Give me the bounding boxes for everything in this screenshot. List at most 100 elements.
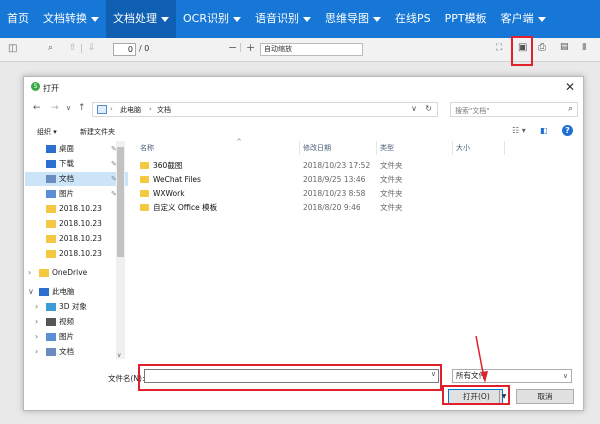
up-icon[interactable]: ↑	[78, 103, 86, 113]
scroll-down-icon[interactable]: ∨	[117, 352, 121, 359]
forward-icon[interactable]: →	[51, 103, 59, 113]
column-size[interactable]: 大小	[456, 143, 470, 157]
documents-icon	[46, 348, 56, 356]
recent-dropdown-icon[interactable]: ∨	[66, 104, 71, 112]
new-folder-button[interactable]: 新建文件夹	[80, 127, 115, 137]
zoom-out-icon[interactable]: −	[228, 41, 237, 54]
file-name: 自定义 Office 模板	[153, 203, 218, 212]
scrollbar-thumb[interactable]	[117, 147, 124, 257]
nav-item-label: 桌面	[59, 144, 74, 153]
documents-icon	[46, 175, 56, 183]
chevron-down-icon[interactable]: ∨	[28, 285, 34, 299]
nav-item-label: 2018.10.23	[59, 249, 102, 258]
zoom-in-icon[interactable]: +	[246, 41, 255, 54]
help-icon[interactable]: ?	[562, 125, 573, 136]
print-icon[interactable]: ⎙	[538, 42, 546, 53]
nav-item-label: 2018.10.23	[59, 234, 102, 243]
nav-item[interactable]: 2018.10.23	[25, 217, 128, 231]
file-row[interactable]: WeChat Files 2018/9/25 13:46 文件夹	[137, 173, 467, 186]
nav-item[interactable]: › OneDrive	[25, 266, 128, 280]
nav-item-9[interactable]: 客户端	[494, 0, 553, 38]
nav-item[interactable]: › 视频	[25, 315, 128, 329]
folder-icon	[46, 205, 56, 213]
nav-item[interactable]: 2018.10.23	[25, 247, 128, 261]
download-icon	[46, 160, 56, 168]
cancel-button[interactable]: 取消	[516, 389, 574, 404]
file-date: 2018/10/23 17:52	[303, 161, 371, 170]
search-input[interactable]: 搜索"文档" ⌕	[450, 102, 578, 117]
organize-button[interactable]: 组织 ▾	[37, 127, 57, 137]
file-row[interactable]: WXWork 2018/10/23 8:58 文件夹	[137, 187, 467, 200]
caret-down-icon	[161, 16, 169, 22]
chevron-right-icon[interactable]: ›	[35, 315, 38, 329]
nav-item-6[interactable]: 思维导图	[318, 0, 388, 38]
nav-item[interactable]: 下载 ✎	[25, 157, 128, 171]
close-icon[interactable]: ✕	[565, 80, 575, 94]
video-icon	[46, 318, 56, 326]
next-page-icon[interactable]: ⇩	[88, 43, 96, 53]
nav-item-1[interactable]: 首页	[0, 0, 36, 38]
nav-item-2[interactable]: 文档转换	[36, 0, 106, 38]
breadcrumb-separator: ›	[110, 105, 113, 113]
nav-item[interactable]: 2018.10.23	[25, 232, 128, 246]
sort-indicator-icon: ^	[236, 138, 242, 146]
chevron-right-icon[interactable]: ›	[35, 330, 38, 344]
nav-item-4[interactable]: OCR识别	[176, 0, 248, 38]
nav-item-3[interactable]: 文档处理	[106, 0, 176, 38]
breadcrumb-documents[interactable]: 文档	[157, 105, 171, 115]
sidebar-toggle-icon[interactable]: ◫	[8, 43, 17, 54]
column-name[interactable]: 名称	[140, 143, 154, 157]
chevron-right-icon[interactable]: ›	[28, 266, 31, 280]
top-nav-bar: 首页 文档转换 文档处理 OCR识别 语音识别 思维导图 在线PS PPT模板 客户端	[0, 0, 600, 38]
computer-icon	[97, 105, 107, 114]
file-type: 文件夹	[380, 161, 403, 170]
breadcrumb-this-pc[interactable]: 此电脑	[120, 105, 141, 115]
nav-item-label: 客户端	[500, 12, 534, 25]
file-type: 文件夹	[380, 203, 403, 212]
nav-item[interactable]: 图片 ✎	[25, 187, 128, 201]
nav-scrollbar[interactable]: ∨	[116, 141, 125, 359]
column-date[interactable]: 修改日期	[303, 143, 331, 157]
nav-item-label: 文档	[59, 347, 74, 356]
nav-item[interactable]: 2018.10.23	[25, 202, 128, 216]
zoom-select[interactable]: 自动缩放	[260, 43, 363, 56]
file-row[interactable]: 360截图 2018/10/23 17:52 文件夹	[137, 159, 467, 172]
view-options-icon[interactable]: ☷ ▾	[512, 126, 526, 135]
file-date: 2018/10/23 8:58	[303, 189, 366, 198]
bookmark-icon[interactable]: ▮	[582, 42, 587, 52]
folder-icon	[140, 162, 149, 169]
nav-item-label: 文档转换	[43, 12, 87, 25]
file-row[interactable]: 自定义 Office 模板 2018/8/20 9:46 文件夹	[137, 201, 467, 214]
nav-item[interactable]: ∨ 此电脑	[25, 285, 128, 299]
nav-item[interactable]: › 3D 对象	[25, 300, 128, 314]
navigation-pane: 桌面 ✎ 下载 ✎ 文档 ✎ 图片 ✎ 2018.10.23 2018.10.23 2018.10.…	[25, 141, 128, 359]
download-icon[interactable]: ▤	[560, 42, 569, 52]
search-icon[interactable]: ⌕	[48, 43, 53, 53]
page-number-input[interactable]: 0	[113, 43, 136, 56]
nav-item-5[interactable]: 语音识别	[248, 0, 318, 38]
nav-item[interactable]: › 图片	[25, 330, 128, 344]
nav-item[interactable]: 文档 ✎	[25, 172, 128, 186]
column-divider	[299, 141, 300, 155]
nav-item-8[interactable]: PPT模板	[438, 0, 494, 38]
column-divider	[376, 141, 377, 155]
nav-item-label: 图片	[59, 189, 74, 198]
desktop-icon	[46, 145, 56, 153]
back-icon[interactable]: ←	[33, 103, 41, 113]
column-type[interactable]: 类型	[380, 143, 394, 157]
nav-item-7[interactable]: 在线PS	[388, 0, 438, 38]
preview-pane-icon[interactable]: ◧	[540, 126, 548, 135]
nav-item[interactable]: 桌面 ✎	[25, 142, 128, 156]
filetype-select[interactable]: 所有文件 ∨	[452, 369, 572, 383]
chevron-right-icon[interactable]: ›	[35, 345, 38, 359]
chevron-down-icon[interactable]: ∨	[411, 104, 417, 113]
pictures-icon	[46, 190, 56, 198]
address-bar[interactable]: › 此电脑 › 文档 ∨ ↻	[92, 102, 438, 117]
prev-page-icon[interactable]: ⇧	[69, 43, 77, 53]
refresh-icon[interactable]: ↻	[425, 104, 432, 113]
computer-icon	[39, 288, 49, 296]
file-name: WeChat Files	[153, 175, 201, 184]
chevron-right-icon[interactable]: ›	[35, 300, 38, 314]
nav-item[interactable]: › 文档	[25, 345, 128, 359]
fullscreen-icon[interactable]: ⛶	[496, 43, 502, 53]
